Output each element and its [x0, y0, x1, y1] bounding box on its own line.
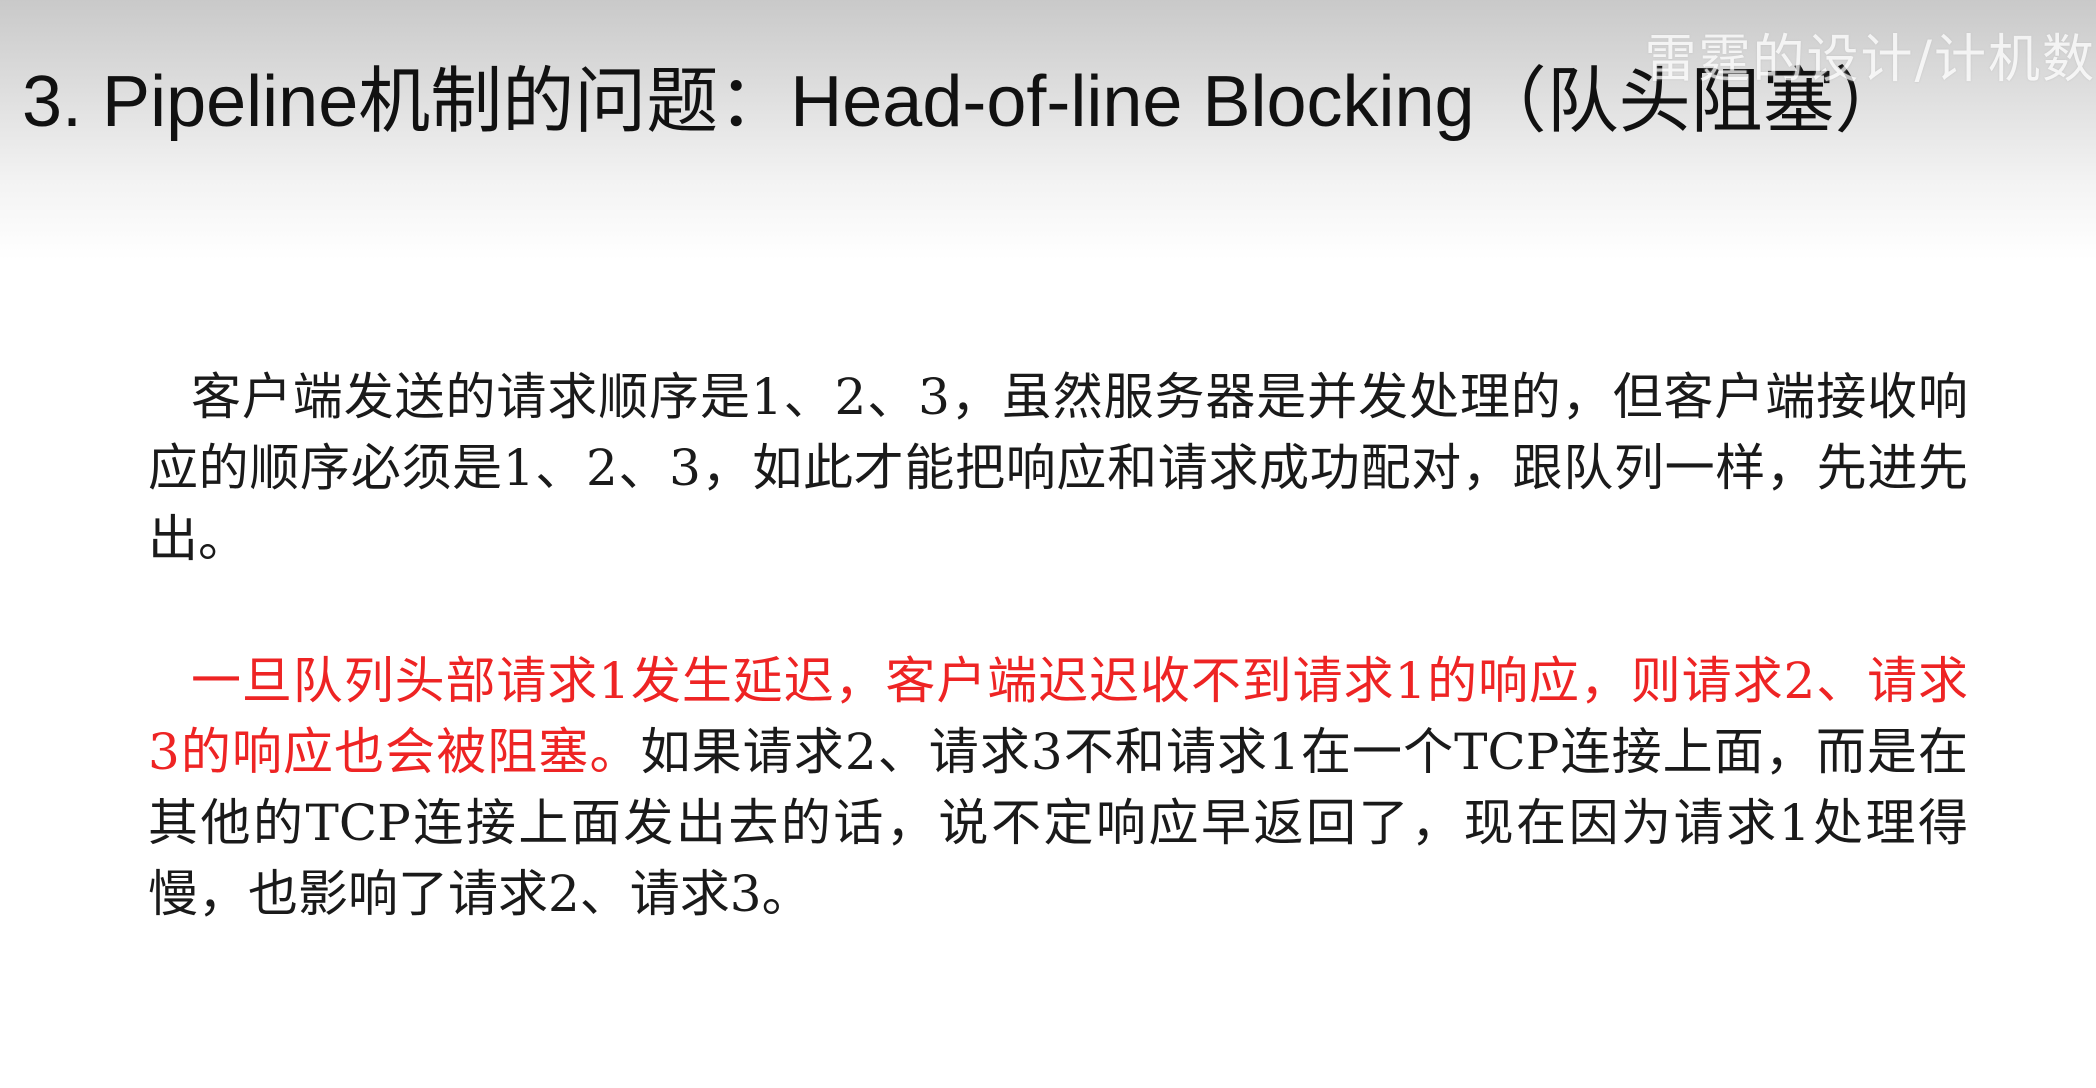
- slide: 3. Pipeline机制的问题：Head-of-line Blocking（队…: [0, 0, 2096, 1088]
- paragraph-fifo-order: 客户端发送的请求顺序是1、2、3，虽然服务器是并发处理的，但客户端接收响应的顺序…: [148, 368, 1968, 568]
- paragraph-head-of-line-blocking: 一旦队列头部请求1发生延迟，客户端迟迟收不到请求1的响应，则请求2、请求3的响应…: [148, 646, 1968, 930]
- slide-body: 客户端发送的请求顺序是1、2、3，虽然服务器是并发处理的，但客户端接收响应的顺序…: [148, 362, 1968, 930]
- watermark: 雷霆的设计/计机数: [1644, 30, 2096, 90]
